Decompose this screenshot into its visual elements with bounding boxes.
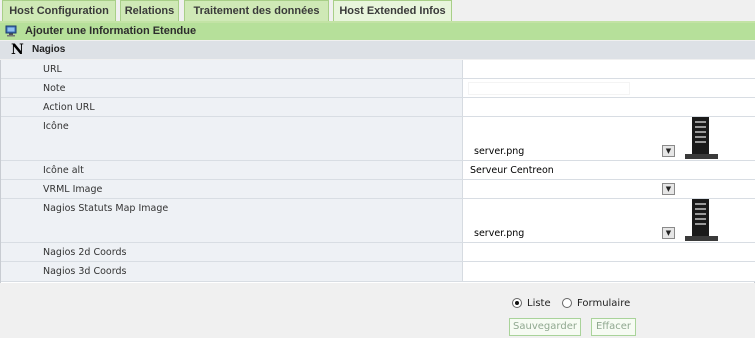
row-action-url: Action URL xyxy=(1,98,755,117)
row-icone-alt: Icône alt xyxy=(1,161,755,180)
note-label: Note xyxy=(43,83,66,94)
tab-host-extended-infos[interactable]: Host Extended Infos xyxy=(333,0,452,21)
vrml-image-select[interactable]: ▼ xyxy=(470,182,676,196)
server-tower-icon xyxy=(685,117,718,159)
server-tower-icon xyxy=(685,199,718,241)
coords-3d-label: Nagios 3d Coords xyxy=(43,266,127,277)
icone-alt-label: Icône alt xyxy=(43,165,84,176)
icone-alt-input[interactable] xyxy=(468,164,630,177)
chevron-down-icon[interactable]: ▼ xyxy=(662,145,675,157)
url-input[interactable] xyxy=(468,63,630,76)
chevron-down-icon[interactable]: ▼ xyxy=(662,183,675,195)
nagios-n-icon: N xyxy=(11,42,24,58)
row-3d-coords: Nagios 3d Coords xyxy=(1,262,755,282)
row-icone: Icône server.png ▼ xyxy=(1,117,755,161)
group-label: Nagios xyxy=(32,44,66,55)
note-input[interactable] xyxy=(468,82,630,95)
radio-liste[interactable] xyxy=(512,298,522,308)
url-label: URL xyxy=(43,64,62,75)
tab-relations[interactable]: Relations xyxy=(120,0,179,21)
row-note: Note xyxy=(1,79,755,98)
coords-3d-input[interactable] xyxy=(468,265,510,278)
row-url: URL xyxy=(1,60,755,79)
coords-2d-label: Nagios 2d Coords xyxy=(43,247,127,258)
tab-traitement-des-donnees[interactable]: Traitement des données xyxy=(184,0,329,21)
section-header: Ajouter une Information Etendue xyxy=(0,23,755,40)
statuts-map-image-selected-value: server.png xyxy=(474,228,525,239)
group-header: N Nagios xyxy=(0,41,755,59)
radio-formulaire-label: Formulaire xyxy=(577,298,631,309)
icone-select[interactable]: server.png ▼ xyxy=(470,144,676,158)
save-button[interactable]: Sauvegarder xyxy=(509,318,581,336)
tab-host-configuration[interactable]: Host Configuration xyxy=(2,0,116,21)
radio-liste-label: Liste xyxy=(527,298,551,309)
icone-selected-value: server.png xyxy=(474,146,525,157)
reset-button[interactable]: Effacer xyxy=(591,318,636,336)
icone-label: Icône xyxy=(43,121,69,132)
tab-bar: Host Configuration Relations Traitement … xyxy=(0,0,755,21)
action-url-label: Action URL xyxy=(43,102,95,113)
row-vrml-image: VRML Image ▼ xyxy=(1,180,755,199)
row-statuts-map-image: Nagios Statuts Map Image server.png ▼ xyxy=(1,199,755,243)
section-title: Ajouter une Information Etendue xyxy=(25,25,197,37)
statuts-map-image-label: Nagios Statuts Map Image xyxy=(43,203,169,214)
chevron-down-icon[interactable]: ▼ xyxy=(662,227,675,239)
coords-2d-input[interactable] xyxy=(468,246,510,259)
vrml-image-label: VRML Image xyxy=(43,184,103,195)
radio-formulaire[interactable] xyxy=(562,298,572,308)
action-url-input[interactable] xyxy=(468,101,630,114)
statuts-map-image-select[interactable]: server.png ▼ xyxy=(470,226,676,240)
extended-info-form: URL Note Action URL Icône server.png ▼ I… xyxy=(0,60,755,283)
row-2d-coords: Nagios 2d Coords xyxy=(1,243,755,262)
computer-icon xyxy=(5,25,17,37)
